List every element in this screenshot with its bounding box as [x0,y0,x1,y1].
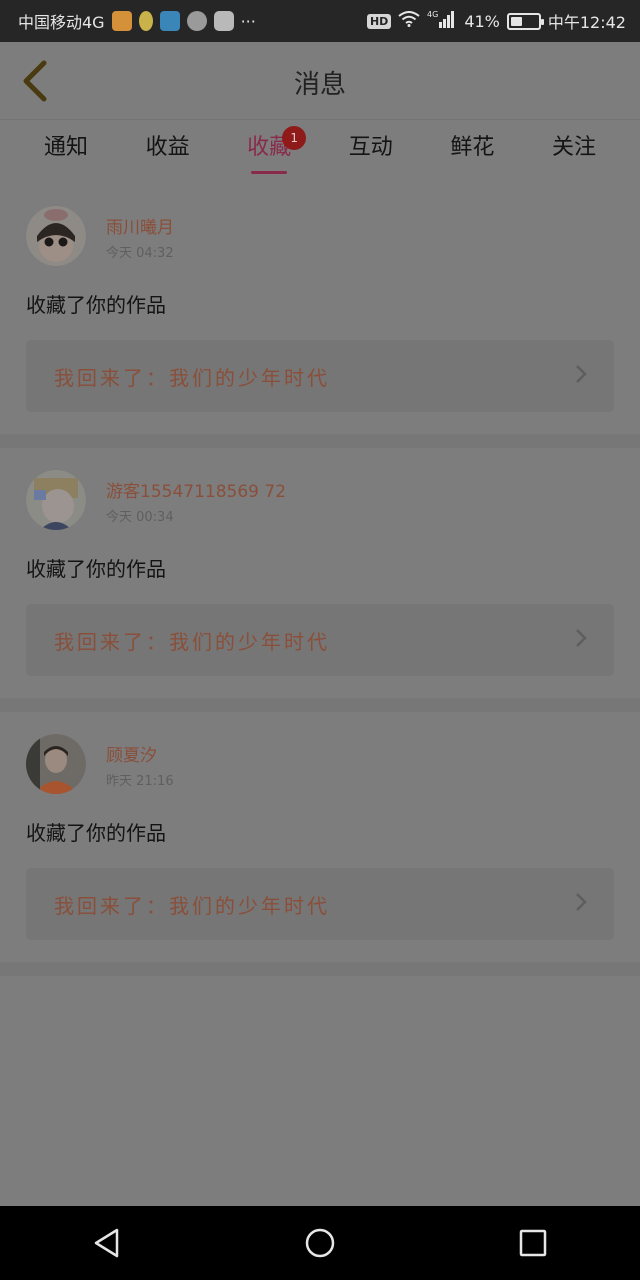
battery-percent: 41% [464,11,500,31]
lightbulb-icon [138,11,153,31]
battery-cap [540,18,544,25]
work-title: 我回来了：我们的少年时代 [54,365,330,390]
tab-label: 通知 [43,135,88,160]
notification-card: 游客15547118569 72 今天 00:34 收藏了你的作品 我回来了：我… [0,448,640,712]
tab-favorites[interactable]: 收藏 1 [221,120,317,180]
avatar[interactable] [26,470,86,530]
avatar[interactable] [26,206,86,266]
nav-recents-button[interactable] [503,1213,563,1273]
battery-icon [506,12,544,30]
tab-bar: 通知 收益 收藏 1 互动 鲜花 关注 [0,120,640,180]
carrier-label: 中国移动4G [18,13,105,32]
wifi-icon [398,11,420,31]
status-right: HD 4G 41% 中午12:42 [366,9,626,33]
card-meta: 游客15547118569 72 今天 00:34 [106,470,286,530]
status-bar: 中国移动4G ··· HD 4G 41% 中午12:42 [0,0,640,42]
navigation-bar [0,1206,640,1280]
timestamp: 今天 04:32 [106,246,174,261]
tab-earnings[interactable]: 收益 [120,120,216,180]
more-notifications-icon: ··· [240,11,256,31]
shield-icon [159,11,180,31]
square-recents-icon [520,1229,547,1257]
timestamp: 今天 00:34 [106,510,174,525]
work-title: 我回来了：我们的少年时代 [54,893,330,918]
tab-label: 关注 [551,135,596,160]
hd-badge: HD [366,13,392,29]
card-header: 顾夏汐 昨天 21:16 [26,734,614,802]
signal-icon: 4G [427,10,457,32]
card-header: 游客15547118569 72 今天 00:34 [26,470,614,538]
wechat-icon [186,11,207,31]
username[interactable]: 雨川曦月 [106,216,174,240]
chevron-right-icon [574,363,588,389]
nav-home-button[interactable] [290,1213,350,1273]
nav-back-button[interactable] [77,1213,137,1273]
page-title: 消息 [293,70,346,100]
action-text: 收藏了你的作品 [26,557,166,581]
header: 消息 [0,42,640,120]
triangle-back-icon [94,1228,118,1258]
clock: 中午12:42 [547,13,626,32]
unread-badge: 1 [282,126,307,150]
work-link[interactable]: 我回来了：我们的少年时代 [26,868,614,940]
notification-feed: 雨川曦月 今天 04:32 收藏了你的作品 我回来了：我们的少年时代 游客155… [0,184,640,976]
notification-card: 雨川曦月 今天 04:32 收藏了你的作品 我回来了：我们的少年时代 [0,184,640,448]
tab-label: 互动 [348,135,393,160]
work-link[interactable]: 我回来了：我们的少年时代 [26,340,614,412]
notification-card: 顾夏汐 昨天 21:16 收藏了你的作品 我回来了：我们的少年时代 [0,712,640,976]
card-meta: 顾夏汐 昨天 21:16 [106,734,174,794]
weibo-icon [111,11,132,31]
work-link[interactable]: 我回来了：我们的少年时代 [26,604,614,676]
username[interactable]: 顾夏汐 [106,744,174,768]
chevron-right-icon [574,891,588,917]
action-text: 收藏了你的作品 [26,821,166,845]
chevron-right-icon [574,627,588,653]
card-header: 雨川曦月 今天 04:32 [26,206,614,274]
tab-label: 收益 [145,135,190,160]
action-text: 收藏了你的作品 [26,293,166,317]
browser-icon [213,11,234,31]
status-left: 中国移动4G ··· [18,9,256,33]
active-tab-indicator [251,171,288,174]
tab-flowers[interactable]: 鲜花 [424,120,520,180]
timestamp: 昨天 21:16 [106,774,174,789]
tab-notifications[interactable]: 通知 [18,120,114,180]
network-type-label: 4G [427,10,438,19]
avatar[interactable] [26,734,86,794]
username[interactable]: 游客15547118569 72 [106,480,286,504]
work-title: 我回来了：我们的少年时代 [54,629,330,654]
tab-following[interactable]: 关注 [526,120,622,180]
card-meta: 雨川曦月 今天 04:32 [106,206,174,266]
tab-interactions[interactable]: 互动 [323,120,419,180]
battery-fill [510,16,522,26]
circle-home-icon [305,1228,335,1258]
tab-label: 鲜花 [450,135,495,160]
